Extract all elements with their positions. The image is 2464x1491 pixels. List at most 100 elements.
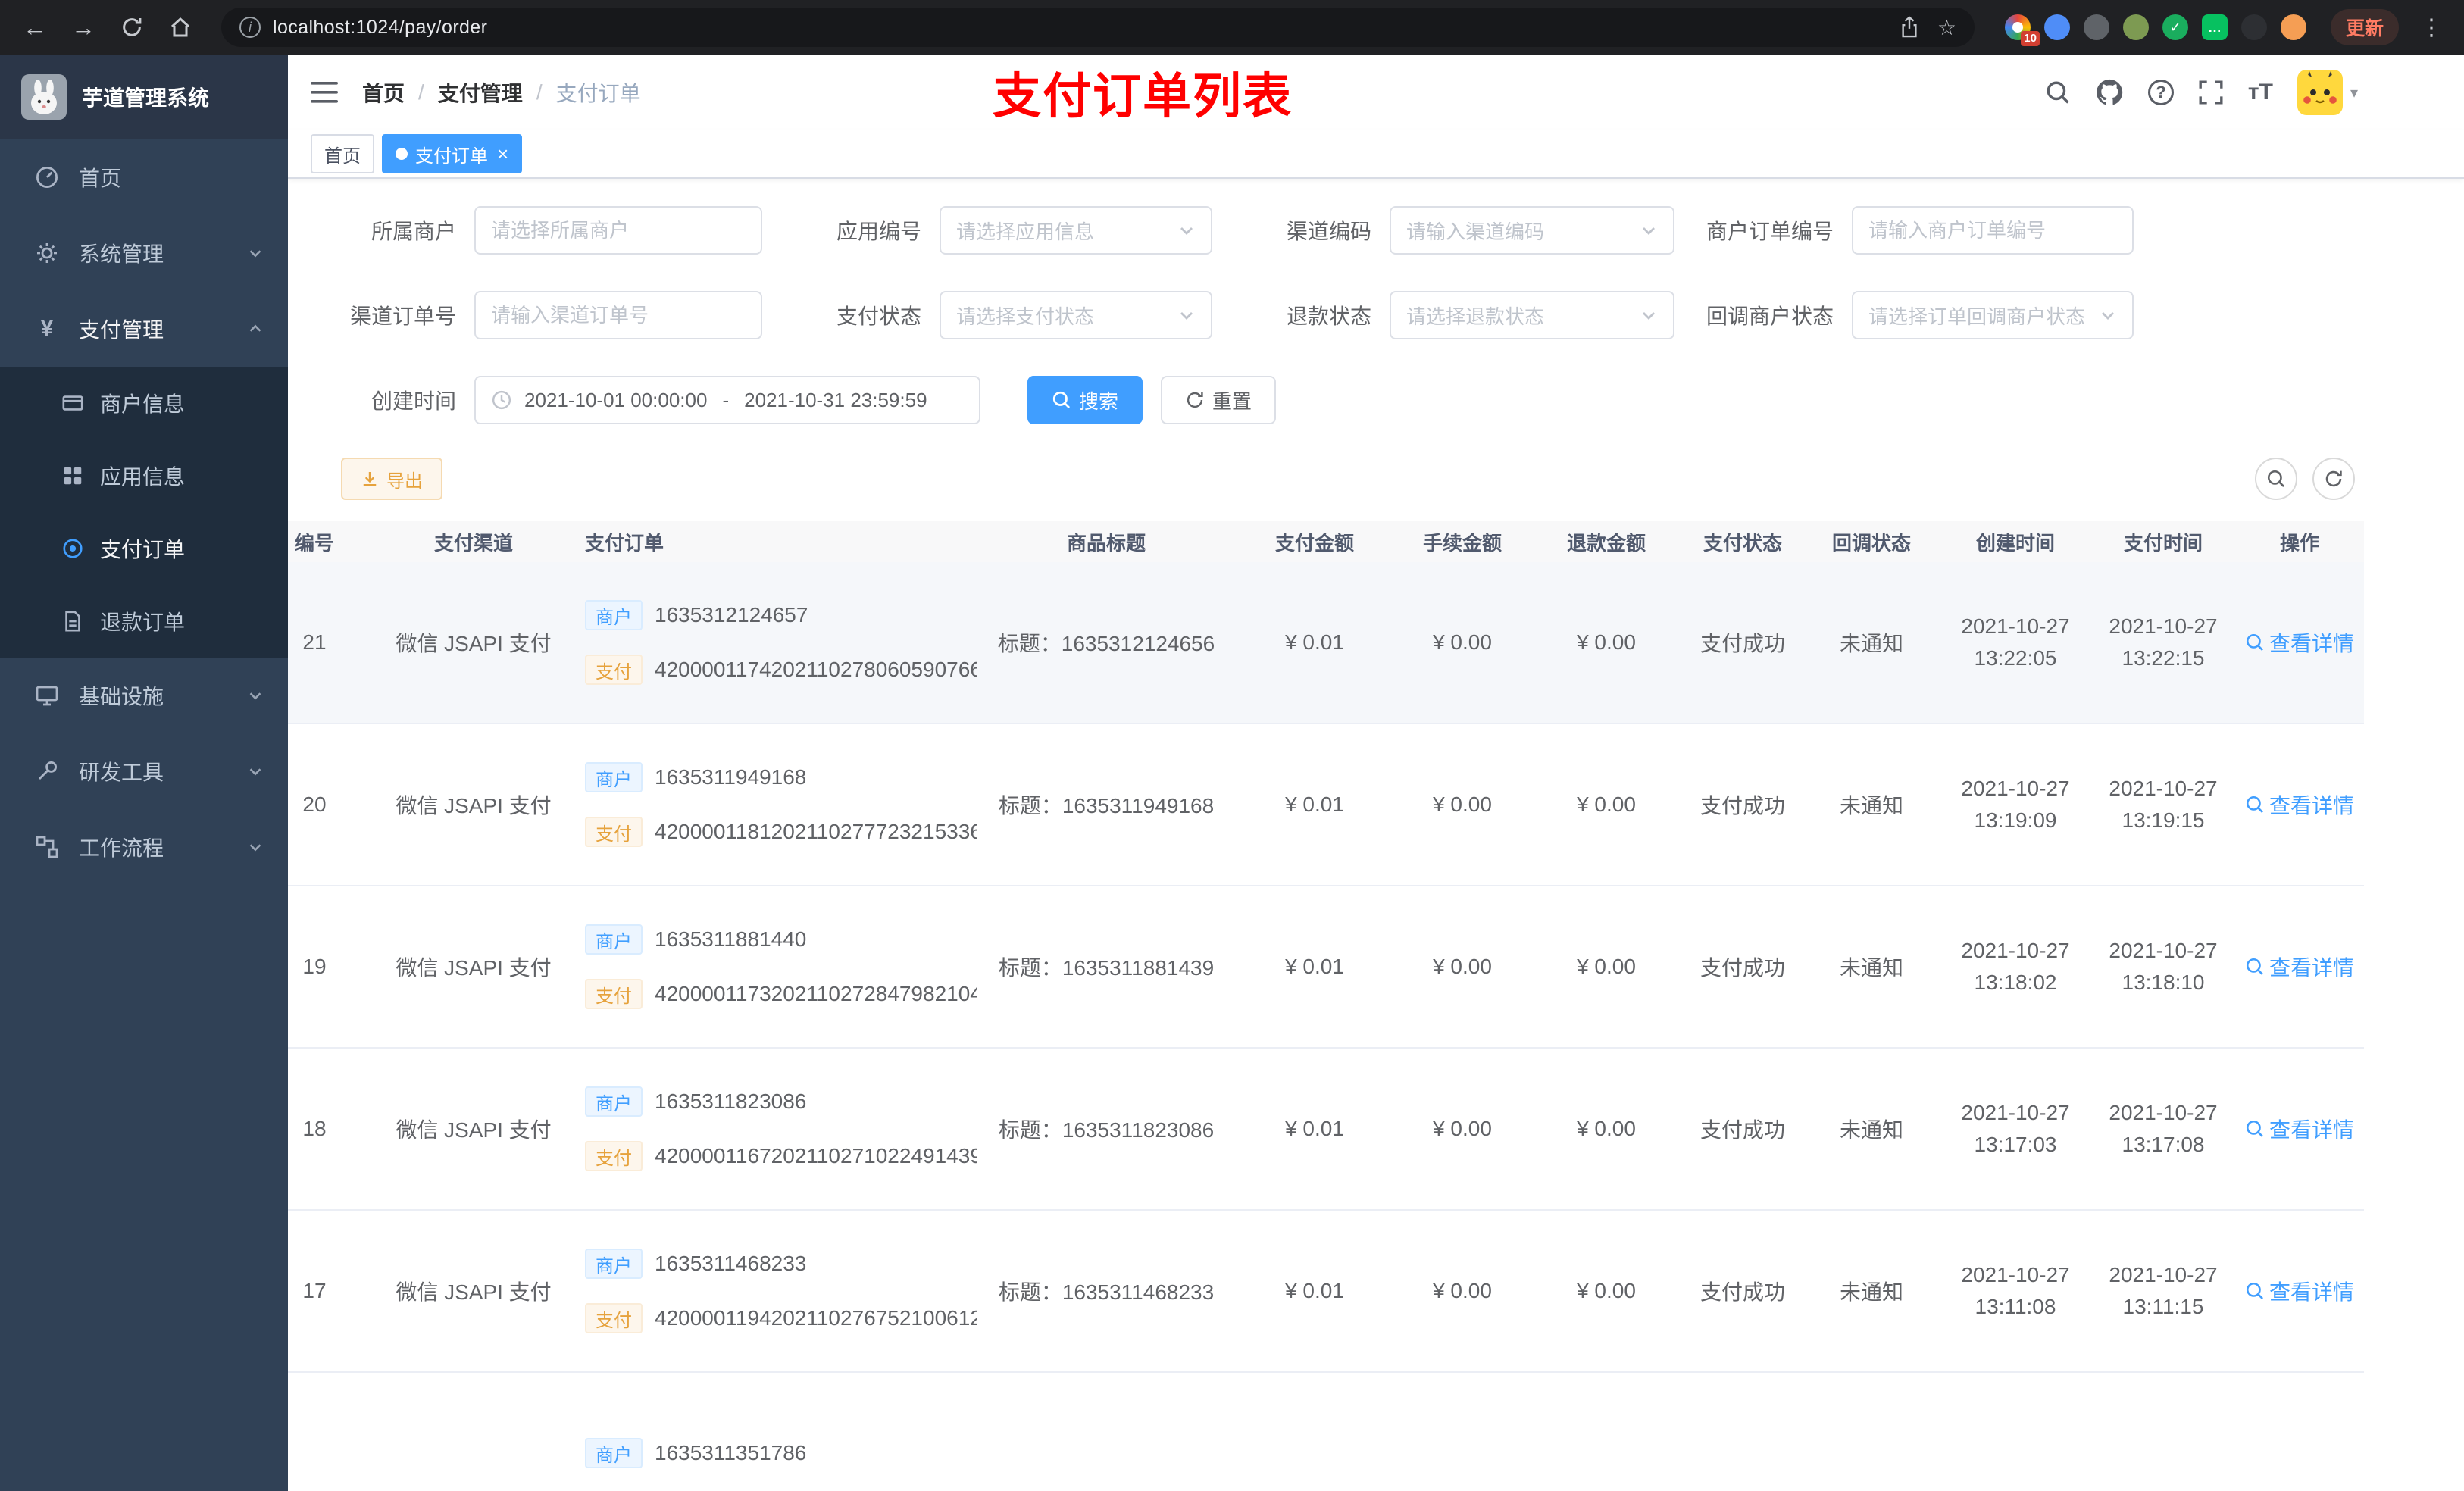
select-placeholder: 请选择退款状态 xyxy=(1406,305,1545,328)
sidebar-item-label: 基础设施 xyxy=(79,685,164,708)
sidebar-item-payment[interactable]: ¥ 支付管理 xyxy=(0,291,288,367)
user-menu[interactable]: ▾ xyxy=(2297,70,2358,115)
fullscreen-icon[interactable] xyxy=(2198,80,2224,105)
font-size-icon[interactable]: тT xyxy=(2248,80,2273,105)
view-detail-label: 查看详情 xyxy=(2269,794,2354,817)
extension-icon-5[interactable]: ✓ xyxy=(2162,14,2188,40)
channel-code-select[interactable]: 请输入渠道编码 xyxy=(1390,206,1674,255)
cell-notify: 未通知 xyxy=(1839,632,1903,655)
created-date: 2021-10-27 xyxy=(1961,777,2070,800)
browser-back-button[interactable]: ← xyxy=(15,8,55,47)
page-annotation: 支付订单列表 xyxy=(993,69,1293,123)
filter-refund-status: 退款状态 请选择退款状态 xyxy=(1241,291,1674,339)
export-button[interactable]: 导出 xyxy=(341,458,442,500)
breadcrumb-home[interactable]: 首页 xyxy=(362,77,405,108)
chevron-down-icon xyxy=(247,687,264,704)
refresh-table-button[interactable] xyxy=(2312,458,2355,500)
sidebar-item-dev-tools[interactable]: 研发工具 xyxy=(0,733,288,809)
sidebar-item-infrastructure[interactable]: 基础设施 xyxy=(0,658,288,733)
bookmark-star-icon[interactable]: ☆ xyxy=(1937,15,1956,40)
tab-close-icon[interactable]: × xyxy=(497,144,508,164)
sidebar-item-refund-order[interactable]: 退款订单 xyxy=(0,585,288,658)
table-row: 20 微信 JSAPI 支付 商户 1635311949168 支付 42000… xyxy=(288,724,2364,886)
browser-menu-icon[interactable]: ⋮ xyxy=(2414,14,2449,41)
cell-action: 查看详情 xyxy=(2235,789,2364,820)
merchant-order-number: 1635311881440 xyxy=(655,927,807,951)
app-select[interactable]: 请选择应用信息 xyxy=(940,206,1212,255)
channel-order-number: 4200001174202110278060590766 xyxy=(655,658,977,681)
breadcrumb: 首页 / 支付管理 / 支付订单 xyxy=(362,77,641,108)
yen-icon: ¥ xyxy=(40,316,54,341)
wrench-icon xyxy=(30,759,64,783)
view-detail-link[interactable]: 查看详情 xyxy=(2245,627,2354,658)
chevron-up-icon xyxy=(247,320,264,337)
sidebar-item-system[interactable]: 系统管理 xyxy=(0,215,288,291)
refund-status-select[interactable]: 请选择退款状态 xyxy=(1390,291,1674,339)
header-title: 商品标题 xyxy=(1066,531,1146,555)
cell-id: 18 xyxy=(302,1117,327,1140)
extension-icon-6[interactable]: … xyxy=(2201,14,2228,40)
cell-id: 20 xyxy=(302,792,327,816)
extension-icon-8[interactable] xyxy=(2280,14,2306,40)
extension-icon-7[interactable] xyxy=(2240,14,2267,40)
sidebar-fold-icon[interactable] xyxy=(311,81,338,104)
search-button[interactable]: 搜索 xyxy=(1027,376,1143,424)
tab-home[interactable]: 首页 xyxy=(311,134,374,173)
select-placeholder: 请选择应用信息 xyxy=(956,220,1095,243)
sidebar-item-app-info[interactable]: 应用信息 xyxy=(0,439,288,512)
extension-icon-2[interactable] xyxy=(2043,14,2070,40)
merchant-order-no-input[interactable] xyxy=(1852,206,2134,255)
browser-forward-button[interactable]: → xyxy=(64,8,103,47)
extension-icon-1[interactable]: 10 xyxy=(2004,14,2040,46)
sidebar-item-pay-order[interactable]: 支付订单 xyxy=(0,512,288,585)
extension-icon-4[interactable] xyxy=(2122,14,2149,40)
view-detail-link[interactable]: 查看详情 xyxy=(2245,952,2354,982)
cell-action: 查看详情 xyxy=(2235,952,2364,982)
cell-created: 2021-10-27 13:11:08 xyxy=(1940,1259,2091,1323)
search-button-label: 搜索 xyxy=(1079,389,1119,413)
extension-icon-3[interactable] xyxy=(2083,14,2109,40)
breadcrumb-payment[interactable]: 支付管理 xyxy=(438,77,523,108)
tab-pay-order[interactable]: 支付订单 × xyxy=(382,134,523,173)
view-detail-link[interactable]: 查看详情 xyxy=(2245,1114,2354,1144)
site-info-icon[interactable]: i xyxy=(239,17,261,38)
view-detail-label: 查看详情 xyxy=(2269,956,2354,980)
app-logo[interactable]: 芋道管理系统 xyxy=(0,55,288,139)
date-range-picker[interactable]: 2021-10-01 00:00:00 - 2021-10-31 23:59:5… xyxy=(474,376,980,424)
merchant-input-field[interactable] xyxy=(491,218,746,242)
sidebar-item-merchant-info[interactable]: 商户信息 xyxy=(0,367,288,439)
merchant-order-no-field[interactable] xyxy=(1868,218,2117,242)
reset-button[interactable]: 重置 xyxy=(1161,376,1277,424)
help-icon[interactable]: ? xyxy=(2147,80,2174,105)
cell-title: 标题：1635311949168 xyxy=(998,794,1215,817)
sidebar-item-home[interactable]: 首页 xyxy=(0,139,288,215)
grid-icon xyxy=(58,464,88,487)
workflow-icon xyxy=(30,835,64,859)
caret-down-icon: ▾ xyxy=(2350,84,2358,102)
view-detail-link[interactable]: 查看详情 xyxy=(2245,789,2354,820)
table-header: 编号 支付渠道 支付订单 商品标题 支付金额 手续金额 退款金额 支付状态 回调… xyxy=(288,521,2364,562)
chevron-down-icon xyxy=(1177,221,1196,239)
toggle-search-button[interactable] xyxy=(2255,458,2297,500)
github-icon[interactable] xyxy=(2095,78,2124,107)
sidebar-item-label: 研发工具 xyxy=(79,761,164,784)
channel-order-number: 4200001173202110272847982104 xyxy=(655,982,977,1005)
callback-status-select[interactable]: 请选择订单回调商户状态 xyxy=(1852,291,2134,339)
browser-update-button[interactable]: 更新 xyxy=(2330,9,2399,45)
merchant-badge: 商户 xyxy=(585,1438,643,1468)
clock-icon xyxy=(491,389,512,411)
merchant-input[interactable] xyxy=(474,206,762,255)
created-time: 13:11:08 xyxy=(1975,1295,2056,1318)
sidebar-item-workflow[interactable]: 工作流程 xyxy=(0,809,288,885)
pay-status-select[interactable]: 请选择支付状态 xyxy=(940,291,1212,339)
share-icon[interactable] xyxy=(1900,16,1919,39)
channel-order-no-input[interactable] xyxy=(474,291,762,339)
search-icon[interactable] xyxy=(2045,80,2071,105)
browser-home-button[interactable] xyxy=(161,8,200,47)
view-detail-link[interactable]: 查看详情 xyxy=(2245,1276,2354,1306)
channel-order-no-field[interactable] xyxy=(491,303,746,327)
filter-pay-status: 支付状态 请选择支付状态 xyxy=(791,291,1212,339)
select-placeholder: 请选择订单回调商户状态 xyxy=(1868,305,2086,328)
browser-reload-button[interactable] xyxy=(112,8,152,47)
address-bar[interactable]: i localhost:1024/pay/order ☆ xyxy=(221,8,1975,47)
